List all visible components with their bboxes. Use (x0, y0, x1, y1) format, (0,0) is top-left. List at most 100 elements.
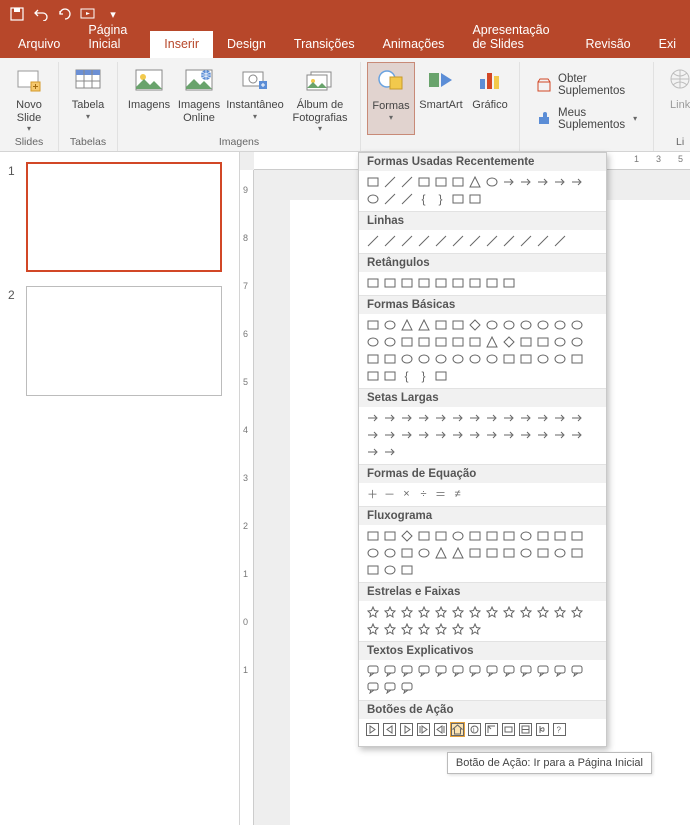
shape-item[interactable]: } (433, 191, 448, 206)
shape-item[interactable] (365, 334, 380, 349)
shape-item[interactable] (501, 317, 516, 332)
shape-item[interactable] (484, 174, 499, 189)
shape-item[interactable] (365, 174, 380, 189)
shape-item[interactable] (501, 528, 516, 543)
shape-item[interactable] (552, 233, 567, 248)
shape-item[interactable] (501, 663, 516, 678)
chart-button[interactable]: Gráfico (467, 62, 513, 135)
slide-thumbnail-2[interactable] (26, 286, 222, 396)
shape-item[interactable] (416, 317, 431, 332)
shape-item[interactable] (365, 545, 380, 560)
shape-item[interactable] (450, 528, 465, 543)
online-images-button[interactable]: Imagens Online (174, 62, 224, 135)
shape-item[interactable] (399, 545, 414, 560)
shape-item[interactable] (484, 351, 499, 366)
shape-item[interactable] (382, 621, 397, 636)
shape-item[interactable] (382, 334, 397, 349)
shape-item[interactable] (416, 663, 431, 678)
shape-item[interactable] (484, 722, 499, 737)
shape-item[interactable] (416, 722, 431, 737)
shape-item[interactable]: } (416, 368, 431, 383)
shape-item[interactable] (433, 368, 448, 383)
shape-item[interactable] (416, 351, 431, 366)
shape-item[interactable] (416, 334, 431, 349)
photo-album-button[interactable]: Álbum de Fotografias ▾ (286, 62, 354, 135)
shape-item[interactable] (365, 663, 380, 678)
shape-item[interactable] (450, 351, 465, 366)
shape-item[interactable] (552, 604, 567, 619)
shape-item[interactable] (416, 233, 431, 248)
shape-item[interactable] (484, 604, 499, 619)
shape-item[interactable] (518, 604, 533, 619)
shape-item[interactable] (450, 621, 465, 636)
shape-item[interactable] (365, 233, 380, 248)
tab-revisao[interactable]: Revisão (571, 31, 644, 58)
shape-item[interactable] (433, 174, 448, 189)
shape-item[interactable] (484, 427, 499, 442)
shape-item[interactable] (365, 528, 380, 543)
shape-item[interactable]: i (467, 722, 482, 737)
shape-item[interactable] (518, 427, 533, 442)
shape-item[interactable] (382, 444, 397, 459)
shape-item[interactable] (467, 410, 482, 425)
shape-item[interactable] (365, 275, 380, 290)
shape-item[interactable] (501, 722, 516, 737)
shape-item[interactable] (535, 351, 550, 366)
shape-item[interactable] (450, 427, 465, 442)
shape-item[interactable] (552, 410, 567, 425)
shape-item[interactable] (399, 427, 414, 442)
shape-item[interactable] (382, 191, 397, 206)
shape-item[interactable] (552, 174, 567, 189)
shape-item[interactable] (501, 334, 516, 349)
shape-item[interactable] (450, 233, 465, 248)
tab-exibir[interactable]: Exi (645, 31, 690, 58)
shape-item[interactable] (569, 663, 584, 678)
tab-transicoes[interactable]: Transições (280, 31, 369, 58)
shape-item[interactable] (467, 621, 482, 636)
shape-item[interactable] (484, 275, 499, 290)
shape-item[interactable] (416, 427, 431, 442)
shape-item[interactable] (433, 621, 448, 636)
shape-item[interactable] (416, 528, 431, 543)
shape-item[interactable]: ≠ (450, 486, 465, 501)
shape-item[interactable] (450, 174, 465, 189)
shape-item[interactable] (382, 174, 397, 189)
shape-item[interactable] (518, 663, 533, 678)
shape-item[interactable] (433, 545, 448, 560)
shape-item[interactable] (467, 427, 482, 442)
shape-item[interactable] (433, 334, 448, 349)
shape-item[interactable] (399, 233, 414, 248)
shape-item[interactable] (467, 351, 482, 366)
get-addins-button[interactable]: Obter Suplementos (532, 71, 641, 99)
tab-design[interactable]: Design (213, 31, 280, 58)
shape-item[interactable] (399, 275, 414, 290)
shape-item[interactable] (484, 317, 499, 332)
shape-item[interactable] (535, 545, 550, 560)
shape-item[interactable] (365, 317, 380, 332)
shape-item[interactable] (569, 174, 584, 189)
shape-item[interactable] (535, 663, 550, 678)
shape-item[interactable] (467, 334, 482, 349)
shape-item[interactable] (399, 621, 414, 636)
shape-item[interactable] (399, 351, 414, 366)
shape-item[interactable] (382, 410, 397, 425)
shape-item[interactable] (552, 351, 567, 366)
shape-item[interactable] (399, 410, 414, 425)
redo-icon[interactable] (54, 3, 76, 25)
shape-item[interactable] (382, 528, 397, 543)
shape-item[interactable] (365, 444, 380, 459)
shape-item[interactable] (416, 545, 431, 560)
shape-item[interactable] (518, 722, 533, 737)
shape-item[interactable] (484, 410, 499, 425)
shape-item[interactable] (399, 174, 414, 189)
shape-item[interactable] (569, 545, 584, 560)
shape-item[interactable] (569, 427, 584, 442)
shape-item[interactable] (365, 680, 380, 695)
shape-item[interactable] (535, 427, 550, 442)
shape-item[interactable] (552, 528, 567, 543)
tab-apresentacao[interactable]: Apresentação de Slides (458, 17, 571, 58)
save-icon[interactable] (6, 3, 28, 25)
shape-item[interactable] (501, 545, 516, 560)
shape-item[interactable] (433, 427, 448, 442)
shape-item[interactable] (501, 427, 516, 442)
